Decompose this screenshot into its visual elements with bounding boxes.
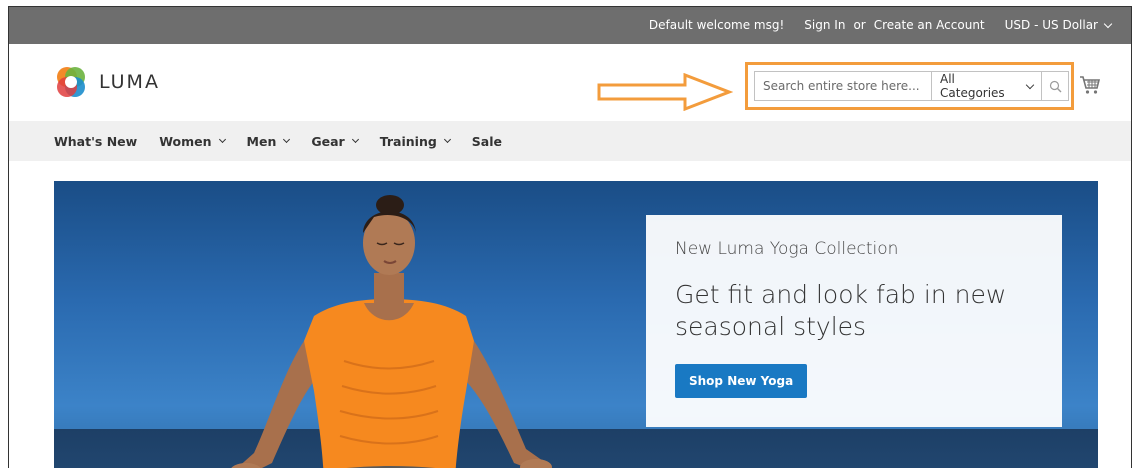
nav-item-label: What's New (54, 133, 138, 149)
nav-item-label: Sale (471, 133, 502, 149)
hero-banner[interactable]: New Luma Yoga Collection Get fit and loo… (54, 181, 1098, 468)
annotation-arrow-icon (597, 73, 733, 111)
category-select[interactable]: All Categories (931, 72, 1041, 100)
nav-item-label: Gear (311, 133, 345, 149)
shop-new-yoga-button[interactable]: Shop New Yoga (675, 364, 808, 398)
nav-item-women[interactable]: Women (159, 133, 226, 149)
chevron-down-icon (443, 135, 451, 144)
welcome-message: Default welcome msg! (648, 18, 785, 32)
sign-in-link[interactable]: Sign In (804, 18, 845, 32)
top-bar: Default welcome msg! Sign In or Create a… (9, 7, 1131, 44)
chevron-down-icon (1025, 80, 1035, 89)
browser-frame: Default welcome msg! Sign In or Create a… (8, 6, 1132, 468)
cart-icon[interactable] (1079, 74, 1101, 96)
promo-subtitle: New Luma Yoga Collection (675, 239, 899, 259)
search-button[interactable] (1041, 72, 1068, 100)
nav-item-sale[interactable]: Sale (472, 134, 502, 149)
nav-item-label: Women (159, 133, 212, 149)
create-account-link[interactable]: Create an Account (874, 18, 985, 32)
nav-item-men[interactable]: Men (246, 133, 291, 149)
promo-card: New Luma Yoga Collection Get fit and loo… (646, 215, 1062, 427)
nav-item-whats-new[interactable]: What's New (54, 134, 137, 149)
nav-item-label: Men (246, 133, 277, 149)
search-icon (1049, 80, 1061, 92)
store-logo[interactable]: LUMA (53, 64, 160, 100)
currency-label: USD - US Dollar (1004, 18, 1098, 32)
chevron-down-icon (1103, 19, 1113, 28)
nav-item-gear[interactable]: Gear (311, 133, 359, 149)
chevron-down-icon (218, 135, 226, 144)
main-navigation: What's New Women Men Gear Training Sale (9, 121, 1131, 161)
promo-title: Get fit and look fab in new seasonal sty… (675, 280, 1007, 341)
chevron-down-icon (283, 135, 291, 144)
or-text: or (853, 18, 866, 32)
category-select-label: All Categories (940, 72, 1005, 100)
nav-item-label: Training (379, 133, 437, 149)
nav-item-training[interactable]: Training (379, 133, 451, 149)
site-header: LUMA All Categories (9, 44, 1131, 121)
logo-text: LUMA (99, 71, 160, 93)
top-links: Default welcome msg! Sign In or Create a… (648, 18, 1113, 32)
chevron-down-icon (351, 135, 359, 144)
search-bar: All Categories (754, 71, 1069, 101)
yoga-model-image (231, 195, 552, 468)
currency-switcher[interactable]: USD - US Dollar (1004, 18, 1113, 32)
search-input[interactable] (755, 72, 931, 100)
luma-logo-icon (57, 67, 85, 97)
